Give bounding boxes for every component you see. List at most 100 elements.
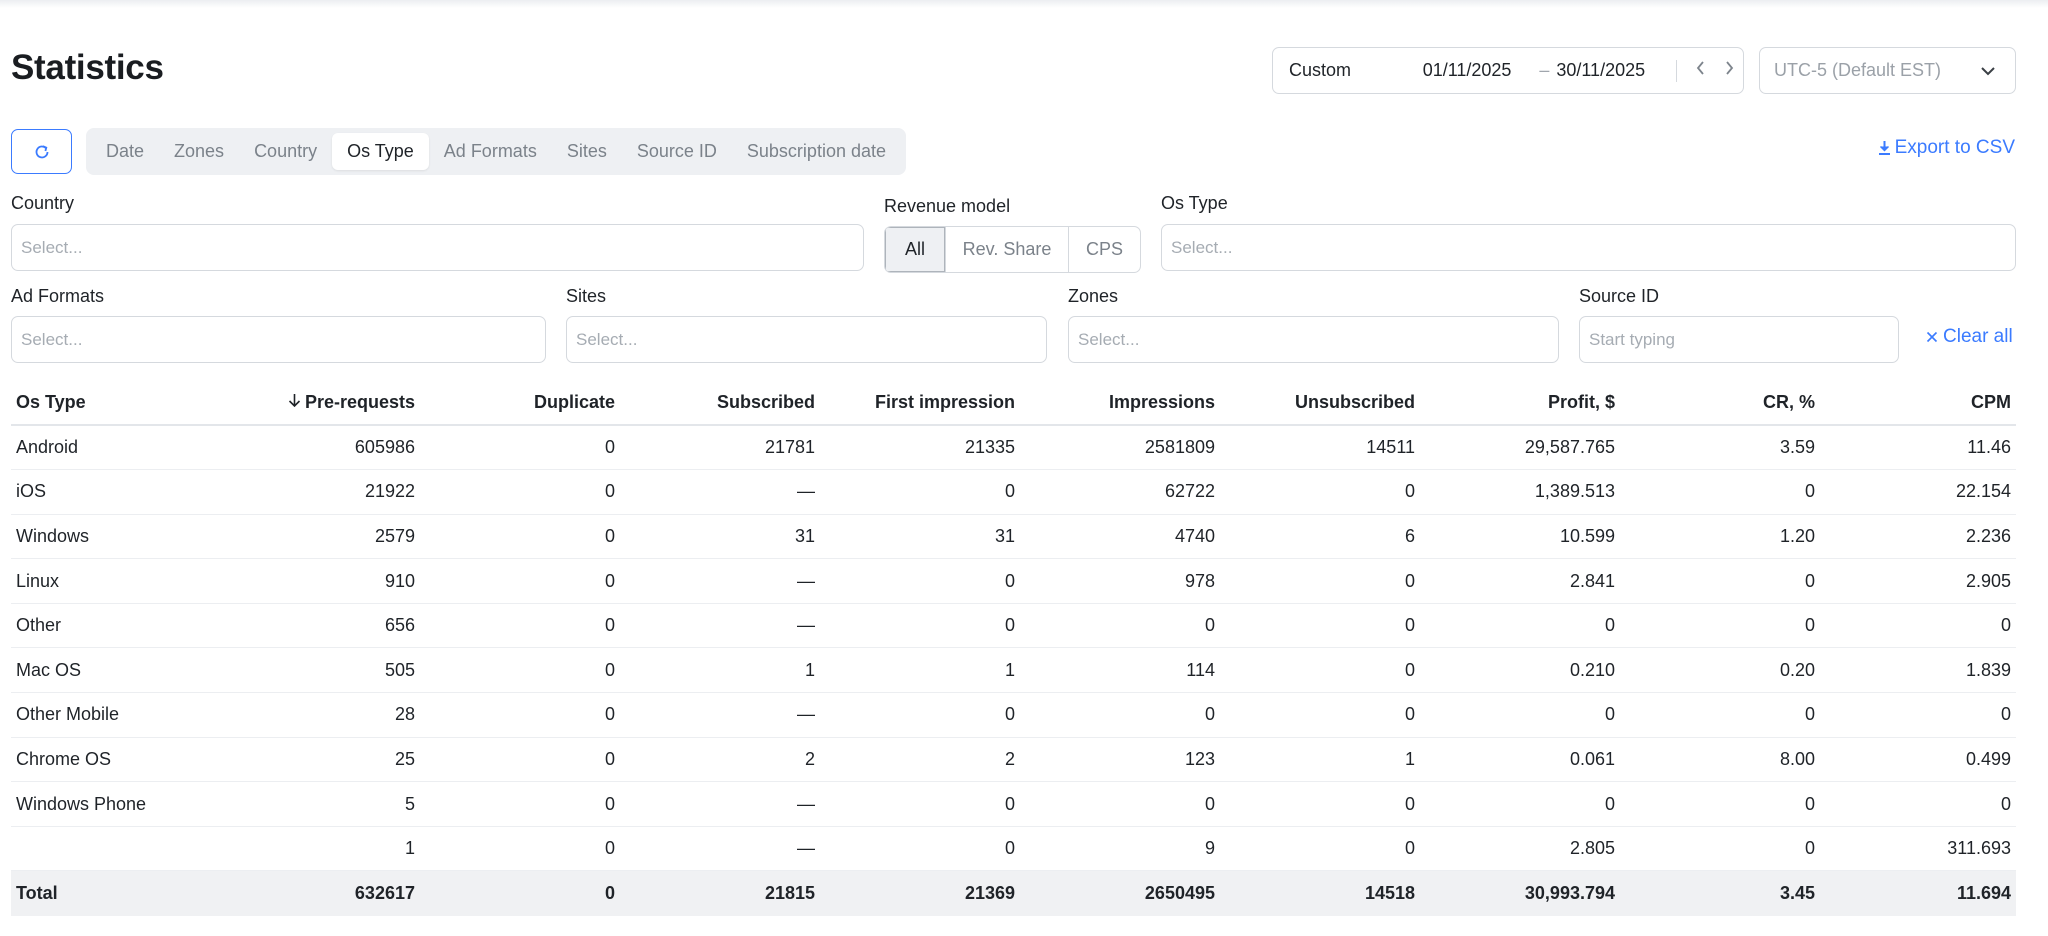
cell-impressions: 62722 [1020, 469, 1220, 515]
cell-cpm: 22.154 [1820, 469, 2016, 515]
refresh-button[interactable] [11, 129, 72, 174]
total-unsubscribed: 14518 [1220, 870, 1420, 916]
column-header-subscribed[interactable]: Subscribed [620, 381, 820, 426]
cell-pre-requests: 2579 [211, 514, 420, 560]
sites-select[interactable]: Select... [566, 316, 1047, 363]
column-header-impressions[interactable]: Impressions [1020, 381, 1220, 426]
cell-impressions: 0 [1020, 603, 1220, 649]
column-header-pre-requests[interactable]: Pre-requests [211, 381, 420, 426]
cell-os-type: Windows [11, 514, 211, 560]
cell-unsubscribed: 0 [1220, 692, 1420, 738]
tab-zones[interactable]: Zones [159, 133, 239, 170]
date-divider [1676, 59, 1678, 82]
cell-pre-requests: 605986 [211, 425, 420, 471]
cell-unsubscribed: 14511 [1220, 425, 1420, 471]
date-separator: – [1539, 60, 1550, 80]
cell-subscribed: 1 [620, 647, 820, 694]
cell-subscribed: 21781 [620, 425, 820, 471]
table-body: Android 605986 0 21781 21335 2581809 14511 29,5… [11, 425, 2016, 916]
top-bar-shadow [0, 0, 2048, 8]
revenue-model-rev-share[interactable]: Rev. Share [945, 227, 1068, 272]
revenue-model-cps[interactable]: CPS [1068, 227, 1140, 272]
date-to[interactable]: 30/11/2025 [1556, 60, 1656, 81]
cell-pre-requests: 1 [211, 826, 420, 872]
cell-first-impression: 2 [820, 737, 1020, 783]
chevron-right-icon[interactable] [1715, 59, 1743, 82]
cell-pre-requests: 21922 [211, 469, 420, 515]
column-header-os-type[interactable]: Os Type [11, 381, 211, 426]
cell-impressions: 114 [1020, 647, 1220, 694]
revenue-model-label: Revenue model [884, 196, 1011, 216]
clear-all-button[interactable]: Clear all [1926, 326, 2013, 348]
table-row: Other Mobile 28 0—0 0 0 0 0 0 [11, 692, 2016, 738]
date-preset[interactable]: Custom [1273, 60, 1423, 81]
source-id-input[interactable]: Start typing [1579, 316, 1899, 363]
column-header-cpm[interactable]: CPM [1820, 381, 2016, 426]
cell-cpm: 2.905 [1820, 558, 2016, 604]
cell-os-type: Linux [11, 558, 211, 604]
cell-impressions: 4740 [1020, 514, 1220, 560]
tab-os-type[interactable]: Os Type [332, 133, 429, 170]
cell-cpm: 0 [1820, 781, 2016, 827]
cell-pre-requests: 656 [211, 603, 420, 649]
cell-first-impression: 0 [820, 558, 1020, 604]
cell-unsubscribed: 0 [1220, 781, 1420, 827]
table-row: Linux 910 0—0 978 0 2.841 0 2.905 [11, 558, 2016, 604]
date-range-picker[interactable]: Custom 01/11/2025 – 30/11/2025 [1272, 47, 1744, 94]
column-header-duplicate[interactable]: Duplicate [420, 381, 620, 426]
zones-select[interactable]: Select... [1068, 316, 1559, 363]
cell-unsubscribed: 1 [1220, 737, 1420, 783]
tab-sites[interactable]: Sites [552, 133, 622, 170]
cell-cpm: 0 [1820, 603, 2016, 649]
ad-formats-select[interactable]: Select... [11, 316, 546, 363]
timezone-select[interactable]: UTC-5 (Default EST) [1759, 47, 2016, 94]
tab-source-id[interactable]: Source ID [622, 133, 732, 170]
table-total-row: Total 632617 0 21815 21369 2650495 14518 30,993… [11, 870, 2016, 916]
column-header-unsubscribed[interactable]: Unsubscribed [1220, 381, 1420, 426]
cell-cr: 3.59 [1620, 425, 1820, 471]
cell-profit: 2.841 [1420, 558, 1620, 604]
cell-duplicate: 0 [420, 514, 620, 560]
column-header-profit[interactable]: Profit, $ [1420, 381, 1620, 426]
table-row: Windows Phone 5 0—0 0 0 0 0 0 [11, 781, 2016, 827]
cell-impressions: 2581809 [1020, 425, 1220, 471]
tab-country[interactable]: Country [239, 133, 332, 170]
cell-first-impression: 0 [820, 826, 1020, 872]
export-label: Export to CSV [1894, 137, 2015, 158]
cell-duplicate: 0 [420, 469, 620, 515]
cell-impressions: 123 [1020, 737, 1220, 783]
cell-subscribed: — [620, 469, 820, 515]
cell-profit: 10.599 [1420, 514, 1620, 560]
cell-duplicate: 0 [420, 826, 620, 872]
cell-profit: 29,587.765 [1420, 425, 1620, 471]
source-id-label: Source ID [1579, 286, 1660, 306]
column-header-cr[interactable]: CR, % [1620, 381, 1820, 426]
country-label: Country [11, 193, 75, 213]
stats-table: Os Type Pre-requests Duplicate Subscribe… [11, 381, 2016, 916]
total-cpm: 11.694 [1820, 870, 2016, 916]
os-type-select[interactable]: Select... [1161, 224, 2016, 271]
revenue-model-all[interactable]: All [885, 227, 945, 272]
table-row: Other 656 0—0 0 0 0 0 0 [11, 603, 2016, 649]
cell-cpm: 311.693 [1820, 826, 2016, 872]
cell-os-type: Windows Phone [11, 781, 211, 827]
date-from[interactable]: 01/11/2025 [1423, 60, 1533, 81]
tab-subscription-date[interactable]: Subscription date [732, 133, 901, 170]
cell-profit: 0 [1420, 603, 1620, 649]
tab-date[interactable]: Date [91, 133, 159, 170]
cell-pre-requests: 910 [211, 558, 420, 604]
cell-cpm: 0.499 [1820, 737, 2016, 783]
cell-first-impression: 21335 [820, 425, 1020, 471]
refresh-icon [35, 144, 48, 158]
table-row: 1 0—0 9 0 2.805 0 311.693 [11, 826, 2016, 872]
cell-pre-requests: 25 [211, 737, 420, 783]
country-select[interactable]: Select... [11, 224, 864, 271]
cell-os-type: Android [11, 425, 211, 471]
column-header-first-impression[interactable]: First impression [820, 381, 1020, 426]
total-subscribed: 21815 [620, 870, 820, 916]
cell-cr: 0 [1620, 826, 1820, 872]
chevron-left-icon[interactable] [1687, 59, 1715, 82]
cell-duplicate: 0 [420, 781, 620, 827]
tab-ad-formats[interactable]: Ad Formats [429, 133, 552, 170]
export-csv-link[interactable]: Export to CSV [1878, 137, 2015, 159]
